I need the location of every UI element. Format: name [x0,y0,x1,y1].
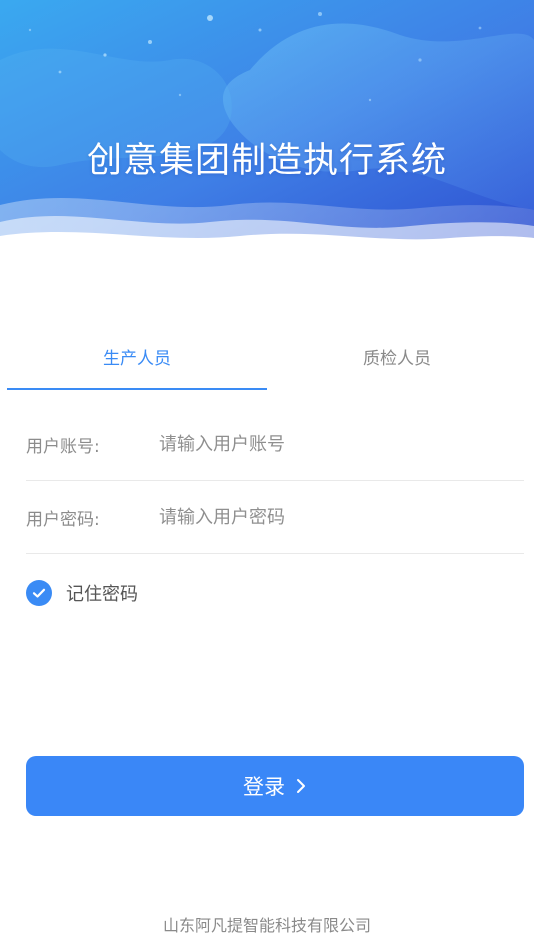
account-input[interactable] [159,424,524,464]
header-banner: 创意集团制造执行系统 [0,0,534,250]
tab-production-staff[interactable]: 生产人员 [7,332,267,390]
password-field-row: 用户密码: [26,481,524,554]
account-label: 用户账号: [26,436,100,457]
role-tabs: 生产人员 质检人员 [7,332,527,390]
password-input[interactable] [159,497,524,537]
app-title: 创意集团制造执行系统 [86,141,447,181]
tab-quality-inspector[interactable]: 质检人员 [267,332,527,390]
password-label: 用户密码: [26,509,100,530]
login-page: 创意集团制造执行系统 生产人员 质检人员 用户账号: 用户密码: 记住密码 登录 [0,0,534,950]
banner-background [0,0,534,250]
remember-password-checkbox[interactable]: 记住密码 [26,578,138,608]
login-button[interactable]: 登录 [26,756,524,816]
check-icon[interactable] [26,580,52,606]
company-footer: 山东阿凡提智能科技有限公司 [162,916,371,935]
login-button-label: 登录 [243,775,285,799]
remember-password-label: 记住密码 [66,584,138,605]
chevron-right-icon [295,777,307,795]
account-field-row: 用户账号: [26,408,524,481]
